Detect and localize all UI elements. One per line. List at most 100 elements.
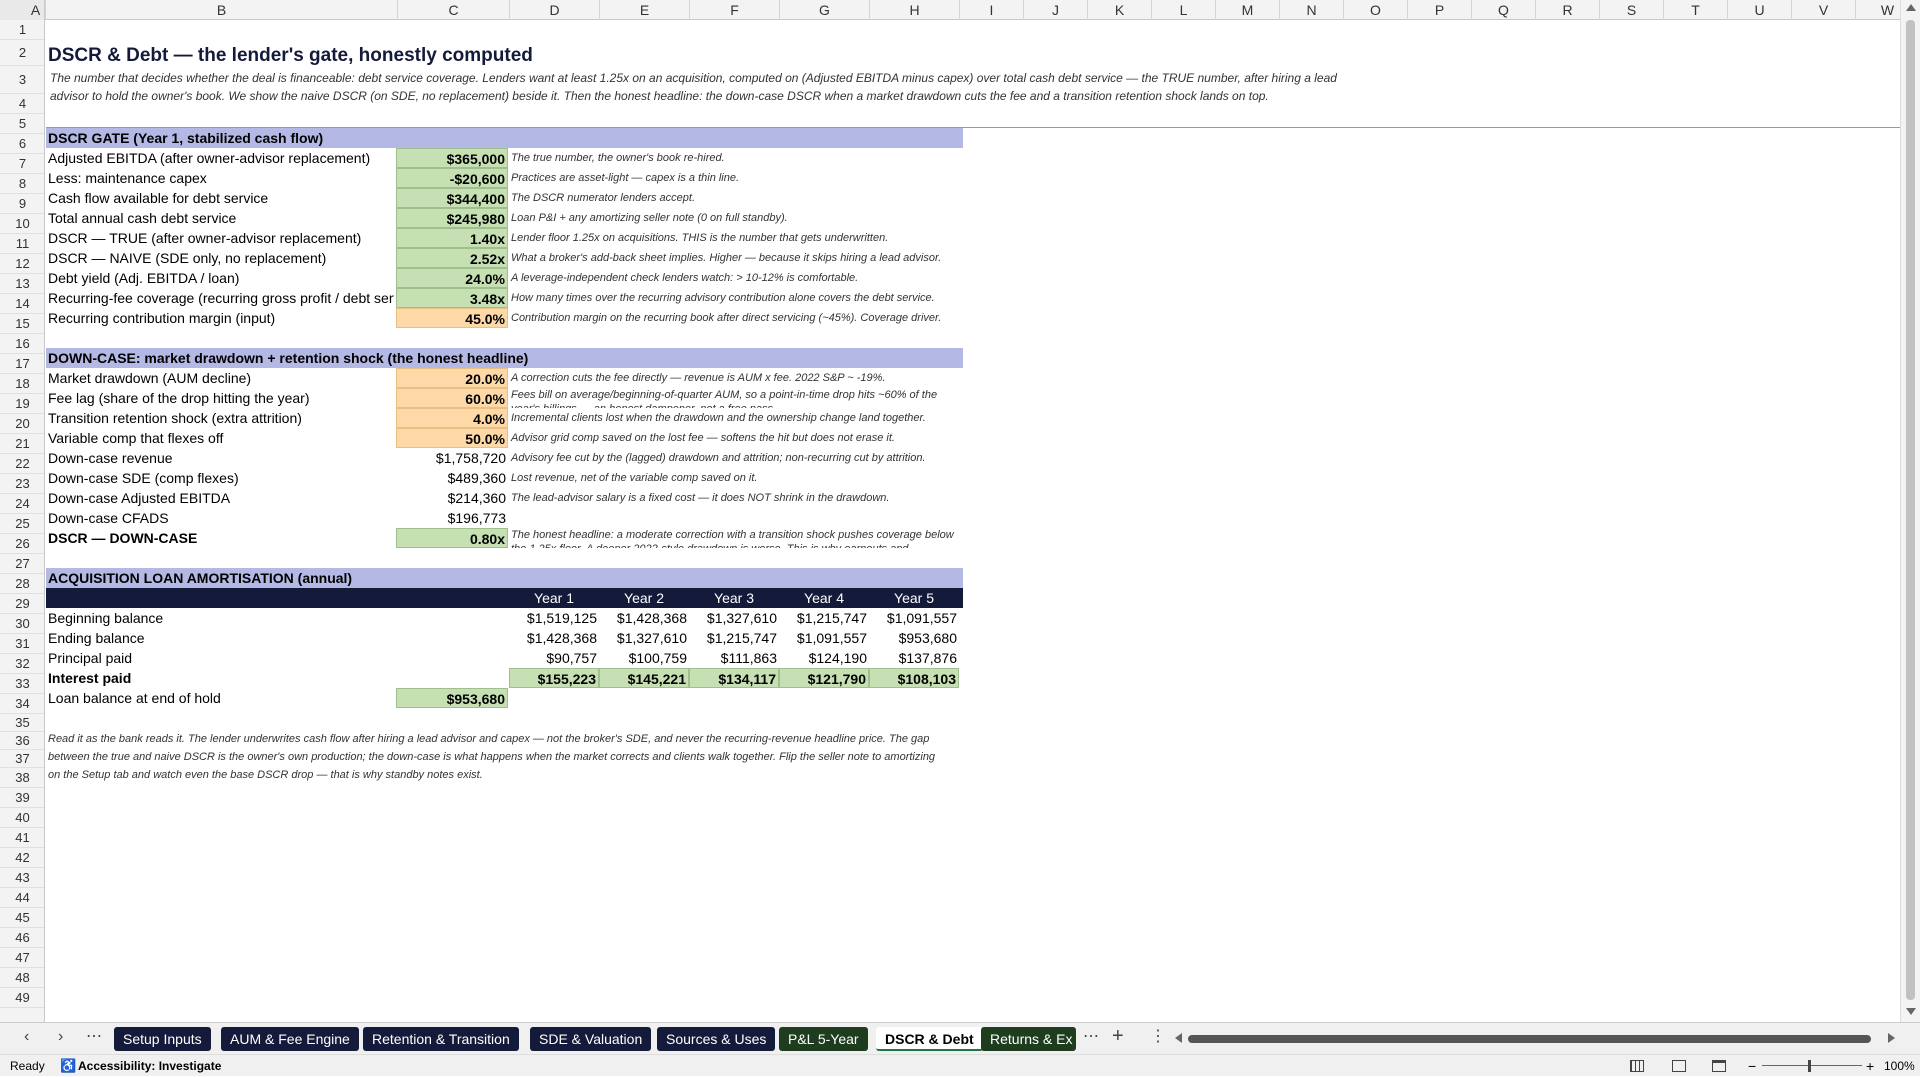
column-header-f[interactable]: F [690, 0, 780, 20]
zoom-in-icon[interactable]: + [1866, 1055, 1874, 1077]
gate-value[interactable]: $245,980 [396, 208, 508, 228]
row-header-15[interactable]: 15 [0, 314, 44, 334]
column-header-p[interactable]: P [1408, 0, 1472, 20]
row-header-17[interactable]: 17 [0, 354, 44, 374]
column-header-a[interactable]: A [26, 0, 46, 20]
row-header-11[interactable]: 11 [0, 234, 44, 254]
column-header-i[interactable]: I [960, 0, 1024, 20]
row-header-23[interactable]: 23 [0, 474, 44, 494]
row-header-43[interactable]: 43 [0, 868, 44, 888]
row-header-46[interactable]: 46 [0, 928, 44, 948]
row-header-4[interactable]: 4 [0, 94, 44, 114]
gate-value[interactable]: $365,000 [396, 148, 508, 168]
accessibility-status[interactable]: Accessibility: Investigate [78, 1055, 221, 1077]
horizontal-scroll-thumb[interactable] [1188, 1035, 1871, 1043]
vertical-scrollbar[interactable] [1900, 0, 1920, 1022]
scroll-down-arrow-icon[interactable] [1906, 1008, 1916, 1015]
scroll-up-arrow-icon[interactable] [1906, 4, 1916, 11]
row-header-44[interactable]: 44 [0, 888, 44, 908]
zoom-out-icon[interactable]: − [1748, 1055, 1756, 1077]
row-header-38[interactable]: 38 [0, 768, 44, 788]
row-header-45[interactable]: 45 [0, 908, 44, 928]
row-header-24[interactable]: 24 [0, 494, 44, 514]
row-header-9[interactable]: 9 [0, 194, 44, 214]
sheet-tab-sde-valuation[interactable]: SDE & Valuation [530, 1027, 652, 1051]
row-header-34[interactable]: 34 [0, 694, 44, 714]
row-header-36[interactable]: 36 [0, 732, 44, 750]
down-value[interactable]: 0.80x [396, 528, 508, 548]
zoom-level[interactable]: 100% [1884, 1055, 1915, 1077]
sheet-grid[interactable]: DSCR & Debt — the lender's gate, honestl… [46, 21, 1900, 1022]
row-header-40[interactable]: 40 [0, 808, 44, 828]
column-header-j[interactable]: J [1024, 0, 1088, 20]
hscroll-left-arrow-icon[interactable] [1175, 1033, 1182, 1043]
gate-value[interactable]: -$20,600 [396, 168, 508, 188]
tab-scroll-right-icon[interactable]: › [58, 1028, 63, 1046]
row-header-39[interactable]: 39 [0, 788, 44, 808]
row-header-25[interactable]: 25 [0, 514, 44, 534]
zoom-slider[interactable] [1762, 1065, 1862, 1066]
row-header-19[interactable]: 19 [0, 394, 44, 414]
down-value[interactable]: 60.0% [396, 388, 508, 408]
row-header-13[interactable]: 13 [0, 274, 44, 294]
row-header-30[interactable]: 30 [0, 614, 44, 634]
zoom-slider-handle[interactable] [1808, 1060, 1811, 1072]
column-header-q[interactable]: Q [1472, 0, 1536, 20]
row-header-3[interactable]: 3 [0, 66, 44, 94]
column-header-h[interactable]: H [870, 0, 960, 20]
gate-value[interactable]: 2.52x [396, 248, 508, 268]
tab-more-left-icon[interactable]: ⋯ [86, 1026, 102, 1046]
accessibility-icon[interactable]: ♿ [60, 1055, 76, 1077]
column-header-s[interactable]: S [1600, 0, 1664, 20]
sheet-tab-sources-uses[interactable]: Sources & Uses [657, 1027, 776, 1051]
row-header-10[interactable]: 10 [0, 214, 44, 234]
row-header-20[interactable]: 20 [0, 414, 44, 434]
vertical-scroll-thumb[interactable] [1906, 20, 1915, 1000]
column-header-r[interactable]: R [1536, 0, 1600, 20]
row-header-6[interactable]: 6 [0, 134, 44, 154]
sheet-tab-dscr-debt[interactable]: DSCR & Debt [876, 1027, 983, 1051]
row-header-42[interactable]: 42 [0, 848, 44, 868]
row-header-49[interactable]: 49 [0, 988, 44, 1008]
row-header-18[interactable]: 18 [0, 374, 44, 394]
row-header-7[interactable]: 7 [0, 154, 44, 174]
column-header-m[interactable]: M [1216, 0, 1280, 20]
down-value[interactable]: 20.0% [396, 368, 508, 388]
loan-end-value[interactable]: $953,680 [396, 688, 508, 708]
row-header-35[interactable]: 35 [0, 714, 44, 732]
gate-value[interactable]: 24.0% [396, 268, 508, 288]
row-header-47[interactable]: 47 [0, 948, 44, 968]
sheet-tab-aum-fee-engine[interactable]: AUM & Fee Engine [221, 1027, 359, 1051]
column-header-c[interactable]: C [398, 0, 510, 20]
column-header-e[interactable]: E [600, 0, 690, 20]
row-header-26[interactable]: 26 [0, 534, 44, 554]
row-header-41[interactable]: 41 [0, 828, 44, 848]
column-header-n[interactable]: N [1280, 0, 1344, 20]
tab-scroll-left-icon[interactable]: ‹ [24, 1028, 29, 1046]
gate-value[interactable]: 3.48x [396, 288, 508, 308]
gate-value[interactable]: 1.40x [396, 228, 508, 248]
column-header-v[interactable]: V [1792, 0, 1856, 20]
tab-more-right-icon[interactable]: ⋯ [1083, 1026, 1099, 1046]
column-header-k[interactable]: K [1088, 0, 1152, 20]
sheet-tab-retention-transition[interactable]: Retention & Transition [363, 1027, 519, 1051]
row-header-2[interactable]: 2 [0, 40, 44, 66]
row-header-8[interactable]: 8 [0, 174, 44, 194]
column-header-u[interactable]: U [1728, 0, 1792, 20]
gate-value[interactable]: $344,400 [396, 188, 508, 208]
row-header-29[interactable]: 29 [0, 594, 44, 614]
row-header-27[interactable]: 27 [0, 554, 44, 574]
row-header-22[interactable]: 22 [0, 454, 44, 474]
column-header-t[interactable]: T [1664, 0, 1728, 20]
add-sheet-icon[interactable]: + [1112, 1025, 1124, 1048]
down-value[interactable]: 4.0% [396, 408, 508, 428]
tab-options-icon[interactable]: ⋮ [1150, 1026, 1166, 1046]
page-layout-view-icon[interactable] [1672, 1060, 1686, 1072]
row-header-32[interactable]: 32 [0, 654, 44, 674]
sheet-tab-returns-ex[interactable]: Returns & Ex [981, 1027, 1076, 1051]
row-header-12[interactable]: 12 [0, 254, 44, 274]
row-header-21[interactable]: 21 [0, 434, 44, 454]
column-header-l[interactable]: L [1152, 0, 1216, 20]
row-header-14[interactable]: 14 [0, 294, 44, 314]
sheet-tab-setup-inputs[interactable]: Setup Inputs [114, 1027, 211, 1051]
